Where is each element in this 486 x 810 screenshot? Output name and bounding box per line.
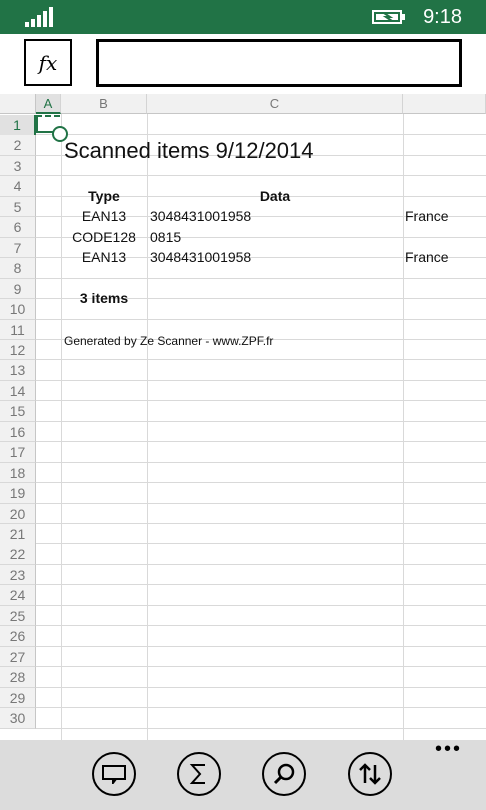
- gridline: [36, 727, 486, 729]
- clock: 9:18: [423, 6, 462, 28]
- cell-type[interactable]: EAN13: [61, 247, 147, 267]
- row-header-4[interactable]: 4: [0, 176, 36, 197]
- gridline: [36, 175, 486, 177]
- row-header-23[interactable]: 23: [0, 564, 36, 586]
- autosum-button[interactable]: [177, 752, 221, 796]
- find-button[interactable]: [262, 752, 306, 796]
- row-header-10[interactable]: 10: [0, 299, 36, 320]
- app-bar: •••: [0, 738, 486, 810]
- row-header-2[interactable]: 2: [0, 135, 36, 156]
- cell-data[interactable]: 3048431001958: [150, 247, 251, 267]
- more-options-button[interactable]: •••: [435, 738, 462, 761]
- gridline: [36, 584, 486, 586]
- row-header-5[interactable]: 5: [0, 196, 36, 218]
- column-header-b[interactable]: B: [61, 94, 147, 114]
- cell-country[interactable]: France: [405, 247, 449, 267]
- cell-data[interactable]: 0815: [150, 227, 181, 247]
- cell-data[interactable]: 3048431001958: [150, 206, 251, 226]
- row-header-21[interactable]: 21: [0, 524, 36, 545]
- formula-input[interactable]: [96, 39, 462, 87]
- gridline: [36, 482, 486, 484]
- gridline: [36, 604, 486, 606]
- row-header-26[interactable]: 26: [0, 626, 36, 647]
- gridline: [36, 666, 486, 668]
- row-header-15[interactable]: 15: [0, 401, 36, 422]
- row-header-27[interactable]: 27: [0, 646, 36, 668]
- gridline: [36, 420, 486, 422]
- gridline: [36, 277, 486, 279]
- cell-header-type[interactable]: Type: [61, 186, 147, 206]
- spreadsheet-grid[interactable]: A B C 1 2 3 4 5 6 7 8 9 10 11 12 13 14 15 16 17 18 19 20 21 2…: [0, 94, 486, 740]
- column-header-d[interactable]: [403, 94, 486, 114]
- gridline: [36, 523, 486, 524]
- cell-item-count[interactable]: 3 items: [61, 288, 147, 308]
- row-header-28[interactable]: 28: [0, 667, 36, 688]
- sort-icon: [359, 763, 381, 785]
- row-header-16[interactable]: 16: [0, 421, 36, 443]
- battery-charging-icon: [372, 10, 405, 24]
- cell-type[interactable]: EAN13: [61, 206, 147, 226]
- gridline: [36, 461, 486, 463]
- gridline: [36, 563, 486, 565]
- gridline: [36, 379, 486, 381]
- column-header-a[interactable]: A: [36, 94, 61, 114]
- gridline: [36, 318, 486, 320]
- row-header-8[interactable]: 8: [0, 258, 36, 279]
- row-header-29[interactable]: 29: [0, 687, 36, 709]
- gridline: [36, 625, 486, 627]
- row-header-25[interactable]: 25: [0, 605, 36, 627]
- row-header-11[interactable]: 11: [0, 319, 36, 340]
- gridline: [36, 400, 486, 402]
- gridline: [36, 543, 486, 545]
- row-header-1[interactable]: 1: [0, 115, 36, 136]
- gridline: [36, 686, 486, 688]
- row-header-17[interactable]: 17: [0, 442, 36, 463]
- sheets-icon: [102, 765, 126, 784]
- sort-button[interactable]: [348, 752, 392, 796]
- cell-type[interactable]: CODE128: [61, 227, 147, 247]
- cell-title[interactable]: Scanned items 9/12/2014: [64, 137, 314, 165]
- row-header-19[interactable]: 19: [0, 483, 36, 504]
- status-bar: 9:18: [0, 0, 486, 34]
- row-header-9[interactable]: 9: [0, 278, 36, 300]
- row-header-22[interactable]: 22: [0, 544, 36, 565]
- gridline: [36, 441, 486, 443]
- row-header-7[interactable]: 7: [0, 237, 36, 259]
- gridline: [36, 502, 486, 504]
- select-all-corner[interactable]: [0, 94, 36, 114]
- column-header-c[interactable]: C: [147, 94, 403, 114]
- gridline: [36, 359, 486, 361]
- row-header-3[interactable]: 3: [0, 155, 36, 177]
- row-header-30[interactable]: 30: [0, 708, 36, 729]
- row-header-14[interactable]: 14: [0, 380, 36, 402]
- signal-strength-icon: [25, 7, 55, 27]
- cell-header-data[interactable]: Data: [147, 186, 403, 206]
- sum-icon: [189, 764, 205, 784]
- row-header-12[interactable]: 12: [0, 339, 36, 361]
- sheets-button[interactable]: [92, 752, 136, 796]
- row-header-24[interactable]: 24: [0, 585, 36, 606]
- function-button[interactable]: fx: [24, 39, 72, 86]
- search-icon: [273, 763, 295, 785]
- row-header-20[interactable]: 20: [0, 503, 36, 525]
- row-header-6[interactable]: 6: [0, 217, 36, 238]
- gridline: [36, 707, 486, 709]
- cell-country[interactable]: France: [405, 206, 449, 226]
- gridline: [36, 645, 486, 647]
- cell-footer[interactable]: Generated by Ze Scanner - www.ZPF.fr: [64, 331, 273, 351]
- row-header-18[interactable]: 18: [0, 462, 36, 484]
- row-header-13[interactable]: 13: [0, 360, 36, 381]
- gridline: [36, 134, 486, 136]
